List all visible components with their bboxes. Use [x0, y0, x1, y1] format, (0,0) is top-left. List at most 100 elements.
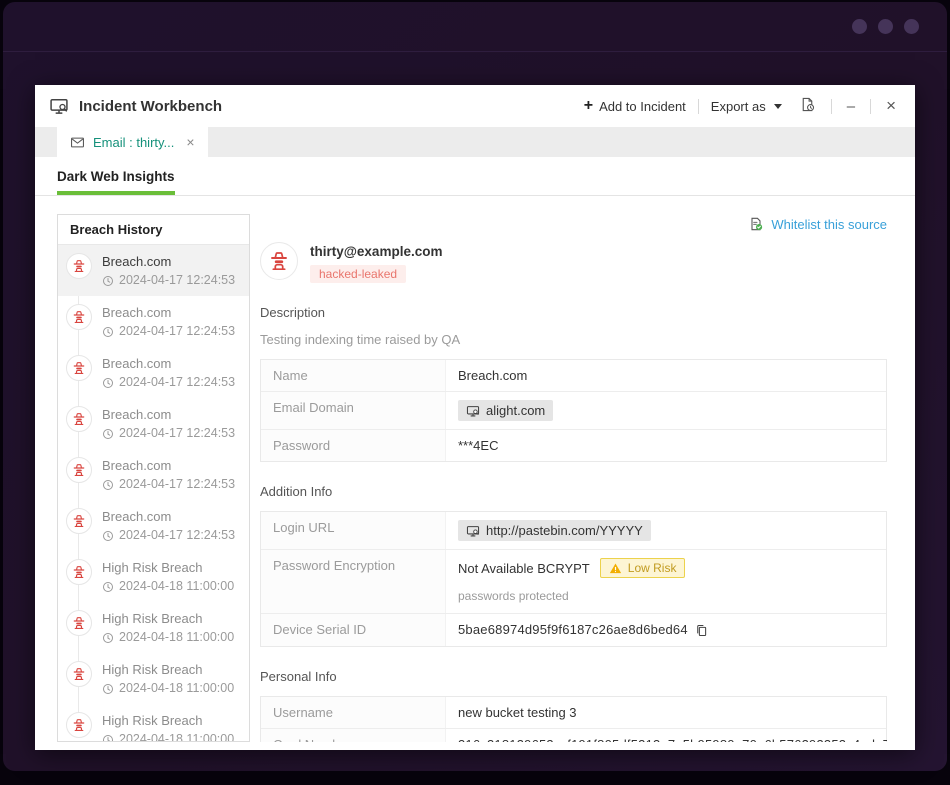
table-row: Username new bucket testing 3	[261, 697, 886, 729]
clock-icon	[102, 734, 114, 742]
row-value: new bucket testing 3	[446, 697, 886, 728]
window-control-dot[interactable]	[904, 19, 919, 34]
breach-history-item[interactable]: Breach.com 2024-04-17 12:24:53	[58, 500, 249, 551]
breach-time: 2024-04-18 11:00:00	[102, 679, 234, 698]
row-label: Name	[261, 360, 446, 391]
tab-email-thirty[interactable]: Email : thirty... ×	[57, 127, 208, 157]
breach-name: High Risk Breach	[102, 558, 234, 577]
minimize-button[interactable]: –	[842, 96, 860, 117]
chevron-down-icon	[774, 104, 782, 109]
document-tabstrip: Email : thirty... ×	[35, 127, 915, 157]
export-as-button[interactable]: Export as	[709, 95, 784, 118]
add-to-incident-button[interactable]: + Add to Incident	[582, 94, 688, 118]
breach-time: 2024-04-18 11:00:00	[102, 730, 234, 741]
breach-icon	[66, 355, 92, 381]
breach-name: Breach.com	[102, 405, 235, 424]
general-info-table: Name Breach.com Email Domain alight.com …	[260, 359, 887, 462]
window-control-dot[interactable]	[852, 19, 867, 34]
breach-time: 2024-04-17 12:24:53	[102, 475, 235, 494]
row-label: Password	[261, 430, 446, 461]
breach-icon	[66, 508, 92, 534]
row-value: Breach.com	[446, 360, 886, 391]
row-label: Login URL	[261, 512, 446, 549]
row-value: ***4EC	[446, 430, 886, 461]
workbench-header: Incident Workbench + Add to Incident Exp…	[35, 85, 915, 127]
breach-time: 2024-04-18 11:00:00	[102, 577, 234, 596]
breach-time: 2024-04-17 12:24:53	[102, 424, 235, 443]
login-url-chip[interactable]: http://pastebin.com/YYYYY	[458, 520, 651, 541]
breach-name: High Risk Breach	[102, 660, 234, 679]
description-heading: Description	[260, 305, 887, 320]
doc-clock-icon	[799, 96, 816, 113]
clock-icon	[102, 275, 114, 287]
row-label: Card Number	[261, 729, 446, 742]
browser-titlebar	[3, 2, 947, 52]
row-label: Device Serial ID	[261, 614, 446, 646]
table-row: Email Domain alight.com	[261, 392, 886, 430]
row-value: 316c318139653ccf191f805df5213e7e5b95980a…	[446, 729, 887, 742]
clock-icon	[102, 326, 114, 338]
breach-name: Breach.com	[102, 252, 235, 271]
personal-info-heading: Personal Info	[260, 669, 887, 684]
breach-history-item[interactable]: Breach.com 2024-04-17 12:24:53	[58, 449, 249, 500]
doc-check-icon	[748, 216, 764, 232]
tab-close-icon[interactable]: ×	[186, 134, 194, 150]
breach-history-item[interactable]: High Risk Breach 2024-04-18 11:00:00	[58, 704, 249, 741]
clock-icon	[102, 479, 114, 491]
breach-name: High Risk Breach	[102, 609, 234, 628]
clock-icon	[102, 632, 114, 644]
addition-info-table: Login URL http://pastebin.com/YYYYY Pass…	[260, 511, 887, 647]
breach-history-item[interactable]: Breach.com 2024-04-17 12:24:53	[58, 398, 249, 449]
personal-info-table: Username new bucket testing 3 Card Numbe…	[260, 696, 887, 742]
breach-time: 2024-04-17 12:24:53	[102, 526, 235, 545]
copy-button[interactable]	[694, 623, 709, 638]
encryption-value: Not Available BCRYPT	[458, 561, 590, 576]
breach-icon	[66, 304, 92, 330]
breach-icon	[66, 253, 92, 279]
incident-workbench-window: Incident Workbench + Add to Incident Exp…	[35, 85, 915, 750]
low-risk-badge: Low Risk	[600, 558, 686, 578]
breach-history-item[interactable]: Breach.com 2024-04-17 12:24:53	[58, 347, 249, 398]
close-button[interactable]: ×	[881, 94, 901, 118]
breach-icon	[66, 610, 92, 636]
schedule-report-button[interactable]	[794, 94, 821, 119]
breach-time: 2024-04-17 12:24:53	[102, 271, 235, 290]
tab-label: Email : thirty...	[93, 135, 174, 150]
copy-icon	[694, 623, 709, 638]
breach-icon	[66, 712, 92, 738]
breach-icon	[66, 406, 92, 432]
tab-dark-web-insights[interactable]: Dark Web Insights	[57, 157, 175, 195]
divider	[831, 99, 832, 114]
plus-icon: +	[584, 98, 593, 114]
content-area: Breach History Breach.com 2024-04-17 12:…	[35, 196, 915, 750]
email-domain-chip[interactable]: alight.com	[458, 400, 553, 421]
header-actions: + Add to Incident Export as – ×	[582, 94, 901, 119]
breach-history-item[interactable]: Breach.com 2024-04-17 12:24:53	[58, 296, 249, 347]
breach-history-list[interactable]: Breach.com 2024-04-17 12:24:53 Breach.co…	[58, 245, 249, 741]
row-value: http://pastebin.com/YYYYY	[446, 512, 886, 549]
breach-history-item[interactable]: High Risk Breach 2024-04-18 11:00:00	[58, 551, 249, 602]
addition-info-heading: Addition Info	[260, 484, 887, 499]
breach-time: 2024-04-18 11:00:00	[102, 628, 234, 647]
section-tabbar: Dark Web Insights	[35, 157, 915, 196]
breach-history-item[interactable]: Breach.com 2024-04-17 12:24:53	[58, 245, 249, 296]
hacked-leaked-badge: hacked-leaked	[310, 265, 406, 283]
row-label: Email Domain	[261, 392, 446, 429]
window-control-dot[interactable]	[878, 19, 893, 34]
whitelist-source-link[interactable]: Whitelist this source	[771, 217, 887, 232]
breach-history-title: Breach History	[58, 215, 249, 245]
breach-name: Breach.com	[102, 456, 235, 475]
clock-icon	[102, 530, 114, 542]
breach-avatar-icon	[260, 242, 298, 280]
export-as-label: Export as	[711, 99, 766, 114]
clock-icon	[102, 683, 114, 695]
breach-name: Breach.com	[102, 507, 235, 526]
breach-name: High Risk Breach	[102, 711, 234, 730]
breach-icon	[66, 661, 92, 687]
description-text: Testing indexing time raised by QA	[260, 332, 887, 347]
breach-history-item[interactable]: High Risk Breach 2024-04-18 11:00:00	[58, 653, 249, 704]
breach-history-item[interactable]: High Risk Breach 2024-04-18 11:00:00	[58, 602, 249, 653]
mail-icon	[70, 135, 85, 150]
workbench-icon	[466, 404, 480, 418]
table-row: Card Number 316c318139653ccf191f805df521…	[261, 729, 886, 742]
